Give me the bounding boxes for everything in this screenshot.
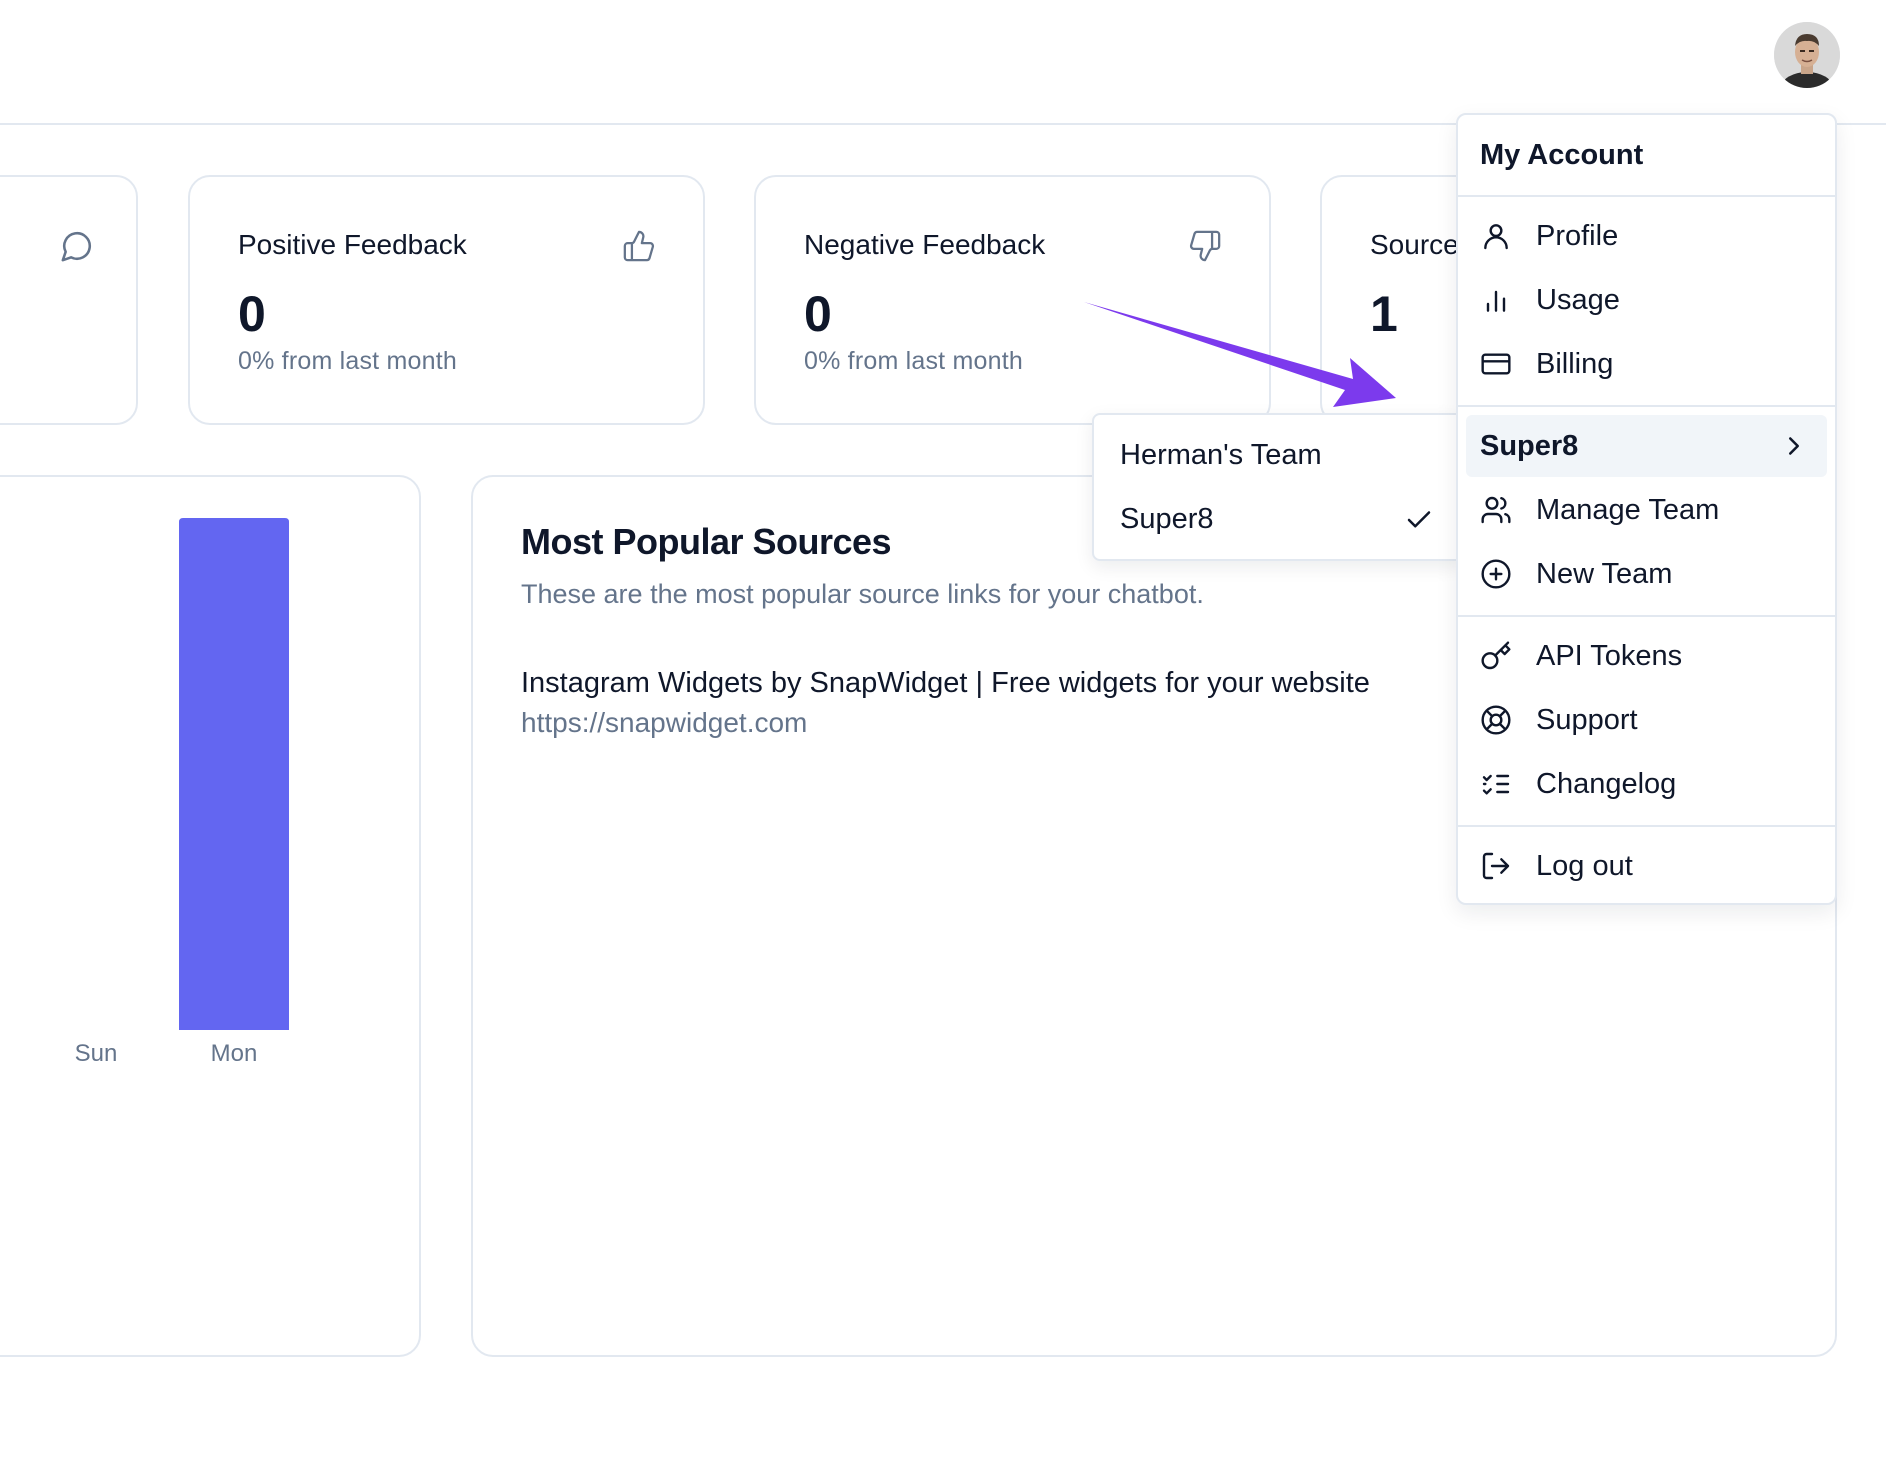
menu-item-label: Changelog	[1536, 768, 1677, 800]
stat-card-messages	[0, 175, 138, 425]
menu-item-label: Log out	[1536, 850, 1633, 882]
credit-card-icon	[1481, 353, 1511, 375]
account-dropdown-menu: My Account Profile Usage Billing Super8	[1456, 113, 1837, 905]
menu-item-team-switcher[interactable]: Super8	[1466, 415, 1827, 477]
team-option-label: Super8	[1120, 503, 1214, 535]
stat-card-positive-feedback: Positive Feedback 0 0% from last month	[188, 175, 705, 425]
stat-title: Negative Feedback	[804, 229, 1046, 260]
user-icon	[1484, 224, 1508, 250]
menu-item-api-tokens[interactable]: API Tokens	[1466, 625, 1827, 687]
chevron-right-icon	[1789, 437, 1799, 455]
source-link-url[interactable]: https://snapwidget.com	[521, 707, 807, 739]
plus-circle-icon	[1481, 559, 1511, 589]
stat-title: Positive Feedback	[238, 229, 467, 260]
team-switcher-submenu: Herman's Team Super8	[1092, 413, 1464, 561]
list-checks-icon	[1482, 774, 1510, 795]
menu-item-label: New Team	[1536, 558, 1673, 590]
menu-divider	[1458, 195, 1835, 197]
avatar-photo-icon	[1774, 22, 1840, 88]
user-avatar[interactable]	[1774, 22, 1840, 88]
menu-divider	[1458, 825, 1835, 827]
menu-item-label: Manage Team	[1536, 494, 1720, 526]
check-icon	[1407, 511, 1431, 528]
life-buoy-icon	[1481, 705, 1511, 735]
menu-item-logout[interactable]: Log out	[1466, 835, 1827, 897]
stat-subtext: 0% from last month	[238, 347, 457, 375]
chart-x-tick-label: Mon	[210, 1040, 258, 1067]
top-header	[0, 0, 1886, 125]
chat-bubble-icon	[61, 231, 92, 262]
menu-item-label: Billing	[1536, 348, 1614, 380]
dashboard-page: Positive Feedback 0 0% from last month N…	[0, 0, 1886, 1478]
sources-description: These are the most popular source links …	[521, 579, 1204, 609]
chart-x-tick-label: Sun	[74, 1040, 118, 1067]
menu-item-label: Support	[1536, 704, 1638, 736]
menu-item-label: Usage	[1536, 284, 1620, 316]
menu-item-changelog[interactable]: Changelog	[1466, 753, 1827, 815]
key-icon	[1481, 641, 1511, 670]
bar-chart-icon	[1486, 290, 1506, 312]
menu-item-billing[interactable]: Billing	[1466, 333, 1827, 395]
menu-item-label: Super8	[1480, 430, 1579, 462]
thumbs-up-icon	[623, 230, 655, 262]
stat-value: 0	[238, 286, 266, 342]
menu-item-manage-team[interactable]: Manage Team	[1466, 479, 1827, 541]
team-option-label: Herman's Team	[1120, 439, 1322, 471]
chart-card: Sun Mon	[0, 475, 421, 1357]
sources-title: Most Popular Sources	[521, 521, 892, 562]
stat-value: 0	[804, 286, 832, 342]
menu-item-support[interactable]: Support	[1466, 689, 1827, 751]
menu-divider	[1458, 615, 1835, 617]
menu-item-usage[interactable]: Usage	[1466, 269, 1827, 331]
team-option-hermans-team[interactable]: Herman's Team	[1100, 425, 1456, 483]
menu-item-label: Profile	[1536, 220, 1619, 252]
stat-subtext: 0% from last month	[804, 347, 1023, 375]
menu-item-profile[interactable]: Profile	[1466, 205, 1827, 267]
users-icon	[1481, 496, 1511, 524]
chart-bar-mon[interactable]	[179, 518, 289, 1030]
thumbs-down-icon	[1189, 230, 1221, 262]
menu-header: My Account	[1480, 139, 1644, 171]
bar-chart	[179, 518, 289, 1030]
stat-card-negative-feedback: Negative Feedback 0 0% from last month	[754, 175, 1271, 425]
menu-item-label: API Tokens	[1536, 640, 1683, 672]
menu-divider	[1458, 405, 1835, 407]
log-out-icon	[1482, 852, 1510, 880]
menu-item-new-team[interactable]: New Team	[1466, 543, 1827, 605]
team-option-super8[interactable]: Super8	[1100, 489, 1456, 547]
stat-value: 1	[1370, 286, 1398, 342]
source-link-title[interactable]: Instagram Widgets by SnapWidget | Free w…	[521, 667, 1370, 700]
